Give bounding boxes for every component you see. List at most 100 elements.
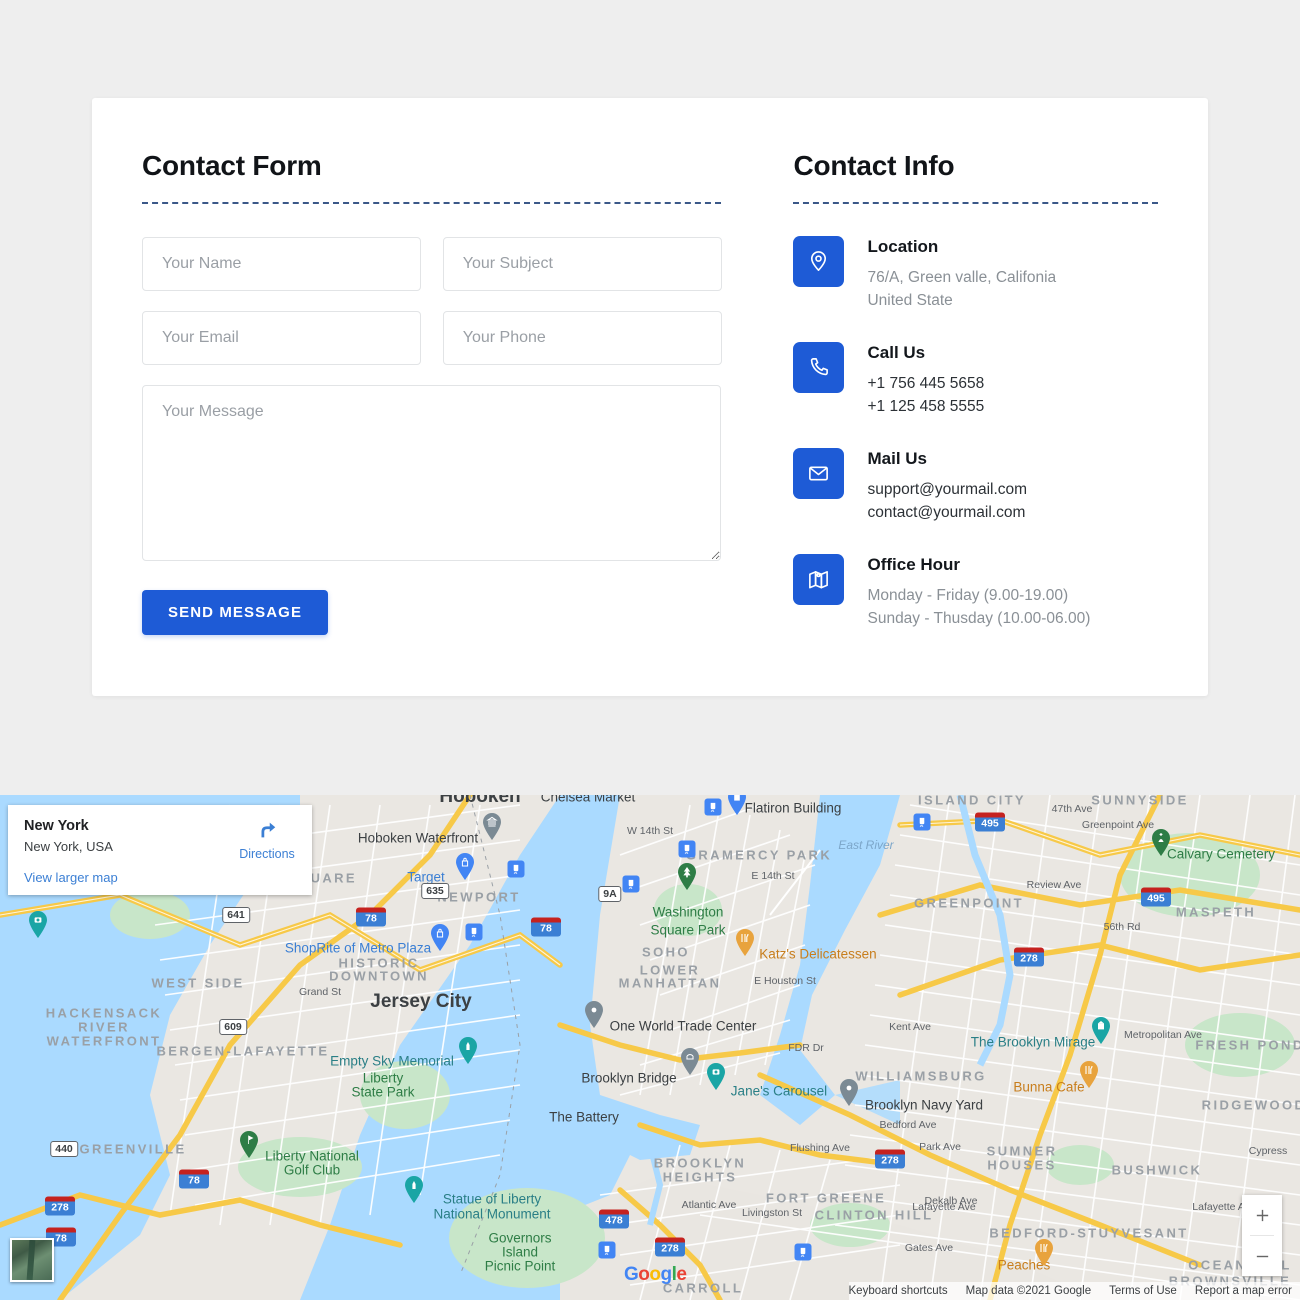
transit-station-icon[interactable] bbox=[598, 1241, 616, 1259]
map-marker-dot[interactable] bbox=[837, 1076, 861, 1108]
route-shield: 641 bbox=[222, 907, 250, 923]
zoom-in-button[interactable] bbox=[1242, 1195, 1282, 1235]
map-marker-shopping[interactable] bbox=[453, 850, 477, 882]
phone-input[interactable] bbox=[442, 311, 722, 365]
contact-form: SEND MESSAGE bbox=[142, 237, 722, 635]
contact-page: Contact Form SEND MESSAGE bbox=[0, 0, 1300, 1300]
contact-form-heading: Contact Form bbox=[142, 150, 322, 181]
google-watermark: Google bbox=[624, 1264, 687, 1285]
interstate-shield: 495 bbox=[975, 812, 1005, 834]
route-shield: 635 bbox=[421, 883, 449, 899]
map-marker-tree[interactable] bbox=[675, 860, 699, 892]
contact-info-title: Mail Us bbox=[867, 449, 928, 468]
interstate-shield: 278 bbox=[1014, 947, 1044, 969]
message-textarea[interactable] bbox=[142, 385, 722, 561]
transit-station-icon[interactable] bbox=[507, 860, 525, 878]
map-zoom-controls[interactable] bbox=[1242, 1195, 1282, 1276]
map-marker-building[interactable] bbox=[725, 795, 749, 817]
interstate-shield: 278 bbox=[655, 1237, 685, 1259]
zoom-out-button[interactable] bbox=[1242, 1236, 1282, 1276]
transit-station-icon[interactable] bbox=[622, 875, 640, 893]
contact-info-line: United State bbox=[867, 292, 953, 309]
transit-station-icon[interactable] bbox=[794, 1243, 812, 1261]
map-marker-restaurant[interactable] bbox=[1077, 1058, 1101, 1090]
contact-info-item: Call Us +1 756 445 5658 +1 125 458 5555 bbox=[793, 342, 1158, 418]
shield-number: 278 bbox=[655, 1242, 685, 1257]
contact-info-heading: Contact Info bbox=[793, 150, 955, 181]
location-pin-icon bbox=[793, 236, 845, 287]
name-input[interactable] bbox=[142, 237, 421, 291]
shield-number: 495 bbox=[975, 817, 1005, 832]
interstate-shield: 278 bbox=[875, 1149, 905, 1171]
map-marker-bridge[interactable] bbox=[678, 1045, 702, 1077]
interstate-shield: 278 bbox=[45, 1196, 75, 1218]
contact-info-item: Location 76/A, Green valle, Califonia Unit… bbox=[793, 236, 1158, 312]
google-map[interactable]: Hoboken Chelsea Market Flatiron Building IS… bbox=[0, 795, 1300, 1300]
contact-info-section: Contact Info Location 76/A, Green valle, … bbox=[793, 150, 1158, 660]
minus-icon bbox=[1256, 1255, 1268, 1257]
contact-info-title: Office Hour bbox=[867, 555, 961, 574]
attribution-link[interactable]: Keyboard shortcuts bbox=[849, 1285, 948, 1297]
map-marker-golf[interactable] bbox=[237, 1128, 261, 1160]
contact-form-section: Contact Form SEND MESSAGE bbox=[142, 150, 722, 660]
phone-icon bbox=[793, 342, 845, 393]
directions-label: Directions bbox=[239, 847, 295, 861]
attribution-link[interactable]: Terms of Use bbox=[1109, 1285, 1177, 1297]
attribution-link[interactable]: Report a map error bbox=[1195, 1285, 1292, 1297]
form-row-2 bbox=[142, 311, 722, 365]
map-marker-dot[interactable] bbox=[582, 998, 606, 1030]
map-marker-cemetery[interactable] bbox=[1149, 826, 1173, 858]
contact-card: Contact Form SEND MESSAGE bbox=[92, 98, 1208, 696]
shield-number: 78 bbox=[356, 912, 386, 927]
route-shield: 609 bbox=[219, 1019, 247, 1035]
contact-info-line: Monday - Friday (9.00-19.00) bbox=[867, 587, 1069, 604]
map-marker-restaurant[interactable] bbox=[1032, 1236, 1056, 1268]
satellite-thumbnail-toggle[interactable] bbox=[10, 1238, 54, 1282]
contact-info-line[interactable]: contact@yourmail.com bbox=[867, 501, 1027, 524]
contact-info-body: Office Hour Monday - Friday (9.00-19.00) S… bbox=[867, 554, 1090, 630]
interstate-shield: 78 bbox=[179, 1169, 209, 1191]
form-row-1 bbox=[142, 237, 722, 291]
view-larger-map-link[interactable]: View larger map bbox=[24, 870, 118, 885]
map-marker-theater[interactable] bbox=[1089, 1014, 1113, 1046]
contact-info-body: Mail Us support@yourmail.com contact@yourm… bbox=[867, 448, 1027, 524]
interstate-shield: 478 bbox=[599, 1209, 629, 1231]
contact-info-body: Call Us +1 756 445 5658 +1 125 458 5555 bbox=[867, 342, 984, 418]
map-marker-museum[interactable] bbox=[480, 810, 504, 842]
shield-number: 278 bbox=[1014, 952, 1044, 967]
interstate-shield: 78 bbox=[531, 917, 561, 939]
route-shield: 9A bbox=[598, 886, 622, 902]
transit-station-icon[interactable] bbox=[913, 813, 931, 831]
map-marker-camera[interactable] bbox=[704, 1060, 728, 1092]
attribution-link: Map data ©2021 Google bbox=[965, 1285, 1092, 1297]
contact-info-item: Mail Us support@yourmail.com contact@yourm… bbox=[793, 448, 1158, 524]
contact-info-title: Location bbox=[867, 237, 939, 256]
directions-button[interactable]: Directions bbox=[236, 819, 298, 861]
shield-number: 495 bbox=[1141, 892, 1171, 907]
route-shield: 440 bbox=[50, 1141, 78, 1157]
map-marker-cart[interactable] bbox=[428, 921, 452, 953]
transit-station-icon[interactable] bbox=[704, 798, 722, 816]
contact-info-line[interactable]: +1 125 458 5555 bbox=[867, 395, 984, 418]
send-message-button[interactable]: SEND MESSAGE bbox=[142, 590, 329, 635]
map-place-card: New York New York, USA View larger map D… bbox=[8, 805, 312, 895]
shield-number: 78 bbox=[531, 922, 561, 937]
email-input[interactable] bbox=[142, 311, 421, 365]
contact-info-line[interactable]: +1 756 445 5658 bbox=[867, 372, 984, 395]
shield-number: 78 bbox=[179, 1174, 209, 1189]
map-marker-monument[interactable] bbox=[402, 1173, 426, 1205]
subject-input[interactable] bbox=[442, 237, 722, 291]
shield-number: 278 bbox=[45, 1201, 75, 1216]
transit-station-icon[interactable] bbox=[678, 840, 696, 858]
interstate-shield: 78 bbox=[356, 907, 386, 929]
transit-station-icon[interactable] bbox=[465, 923, 483, 941]
heading-divider bbox=[793, 202, 1158, 204]
map-marker-monument[interactable] bbox=[456, 1034, 480, 1066]
contact-info-list: Location 76/A, Green valle, Califonia Unit… bbox=[793, 236, 1158, 630]
map-marker-restaurant[interactable] bbox=[733, 926, 757, 958]
contact-info-title: Call Us bbox=[867, 343, 926, 362]
contact-info-line[interactable]: support@yourmail.com bbox=[867, 478, 1027, 501]
map-marker-camera[interactable] bbox=[26, 908, 50, 940]
shield-number: 278 bbox=[875, 1154, 905, 1169]
envelope-icon bbox=[793, 448, 845, 499]
